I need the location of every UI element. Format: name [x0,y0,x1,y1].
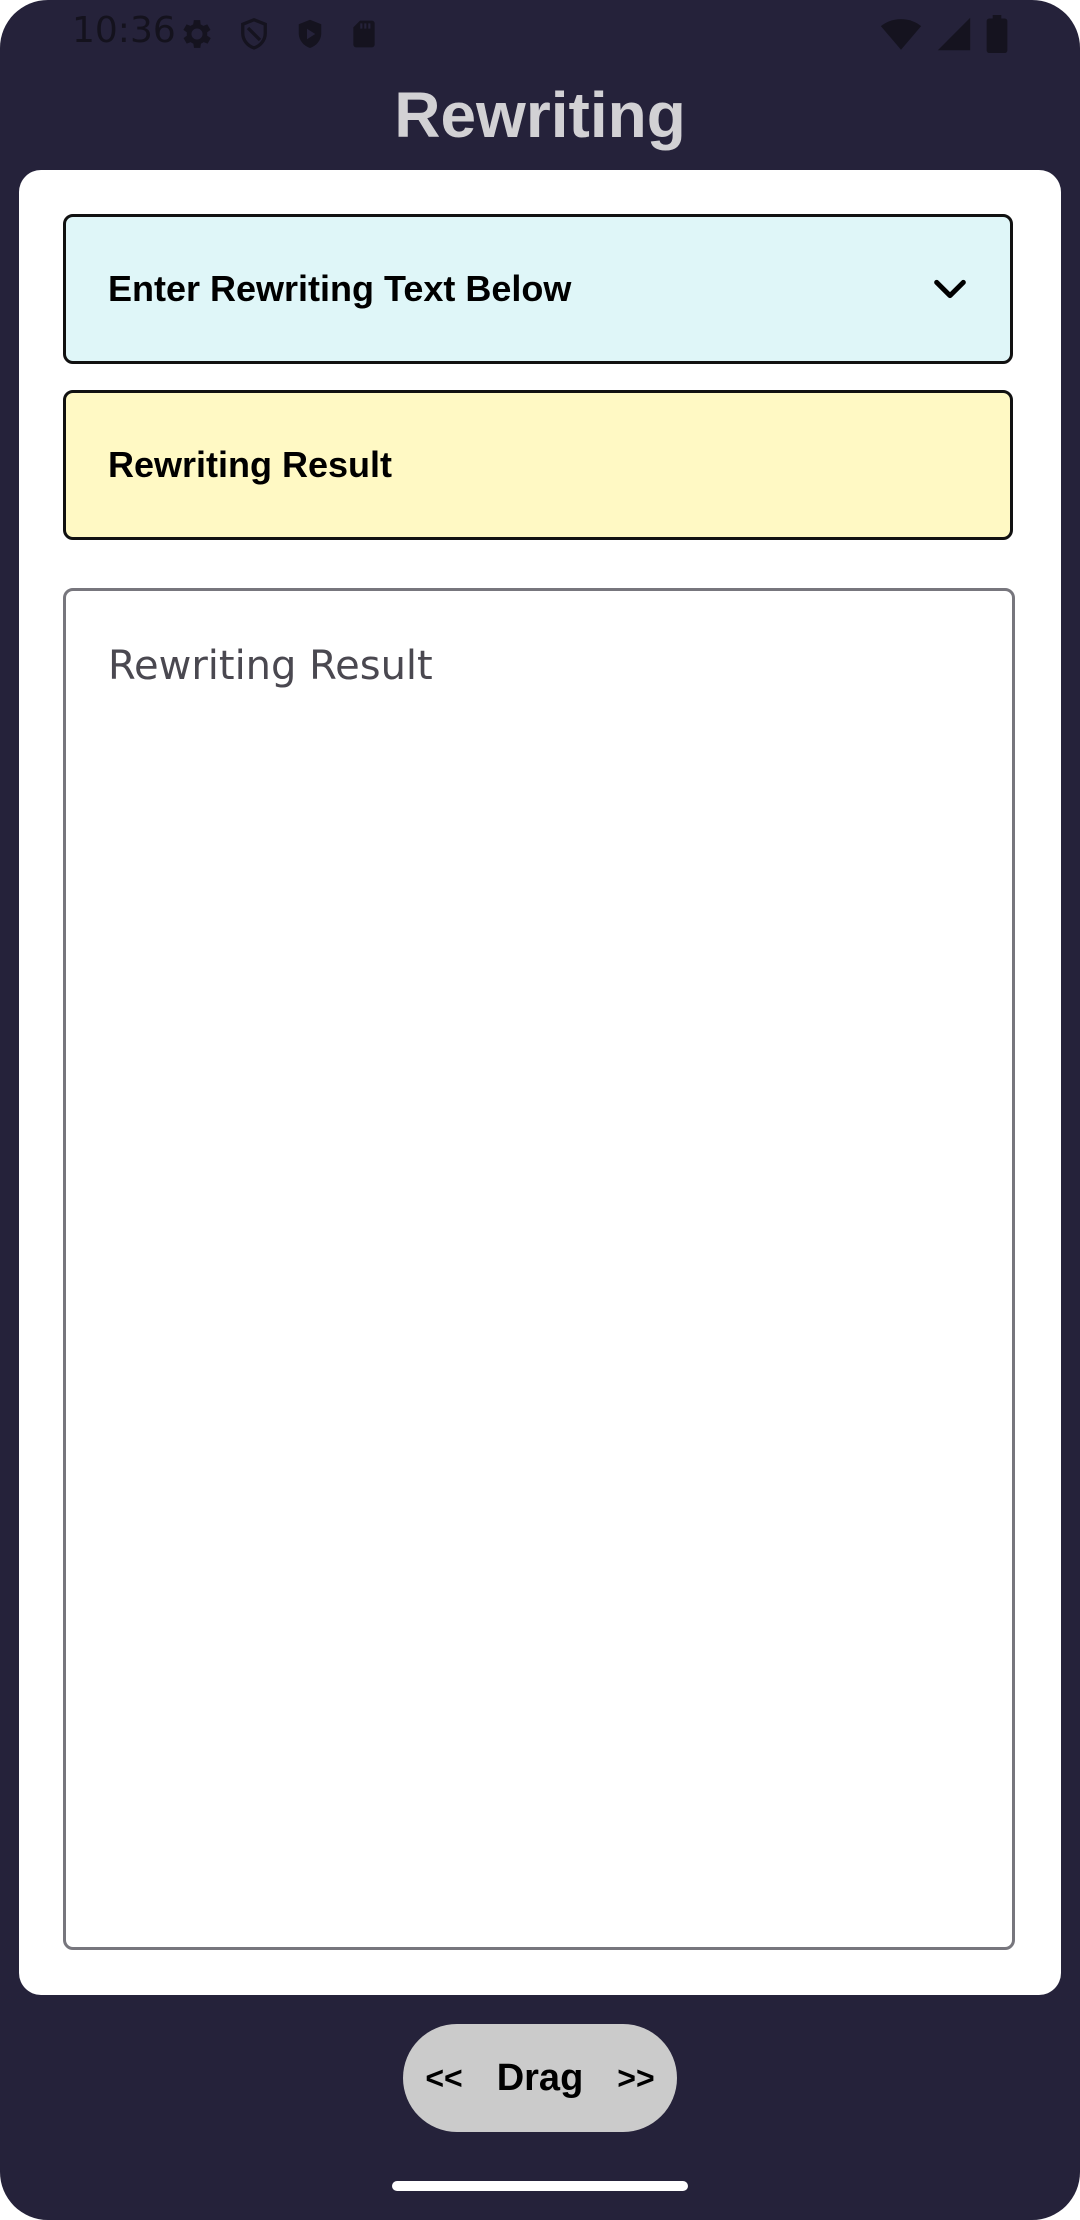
chevron-down-icon[interactable] [930,269,970,309]
drag-label: Drag [496,2056,584,2099]
cell-signal-icon [937,17,971,51]
wifi-icon [880,19,922,50]
page-title: Rewriting [394,79,686,151]
status-icons-right [880,14,1008,54]
status-bar: 10:36 [0,0,1080,64]
drag-left-arrow: << [425,2059,463,2096]
drag-handle[interactable]: << Drag >> [403,2024,677,2132]
rewriting-input-expander[interactable]: Enter Rewriting Text Below [63,214,1013,364]
status-time: 10:36 [72,10,176,51]
rewriting-result-header[interactable]: Rewriting Result [63,390,1013,540]
gear-icon [183,20,211,48]
rewriting-result-placeholder: Rewriting Result [108,643,433,689]
home-indicator[interactable] [392,2181,688,2191]
status-icons-left [178,14,380,54]
shield-play-icon [298,19,322,48]
main-card: Enter Rewriting Text Below Rewriting Res… [19,170,1061,1995]
rewriting-input-label: Enter Rewriting Text Below [108,268,572,309]
sd-card-icon [353,20,375,48]
drag-right-arrow: >> [617,2059,655,2096]
phone-screen: 10:36 Rewriting Enter Rewriting Text Bel… [0,0,1080,2220]
battery-icon [986,15,1008,53]
rewriting-result-label: Rewriting Result [108,444,393,485]
shield-outline-icon [241,17,267,50]
rewriting-result-field[interactable]: Rewriting Result [63,588,1015,1950]
